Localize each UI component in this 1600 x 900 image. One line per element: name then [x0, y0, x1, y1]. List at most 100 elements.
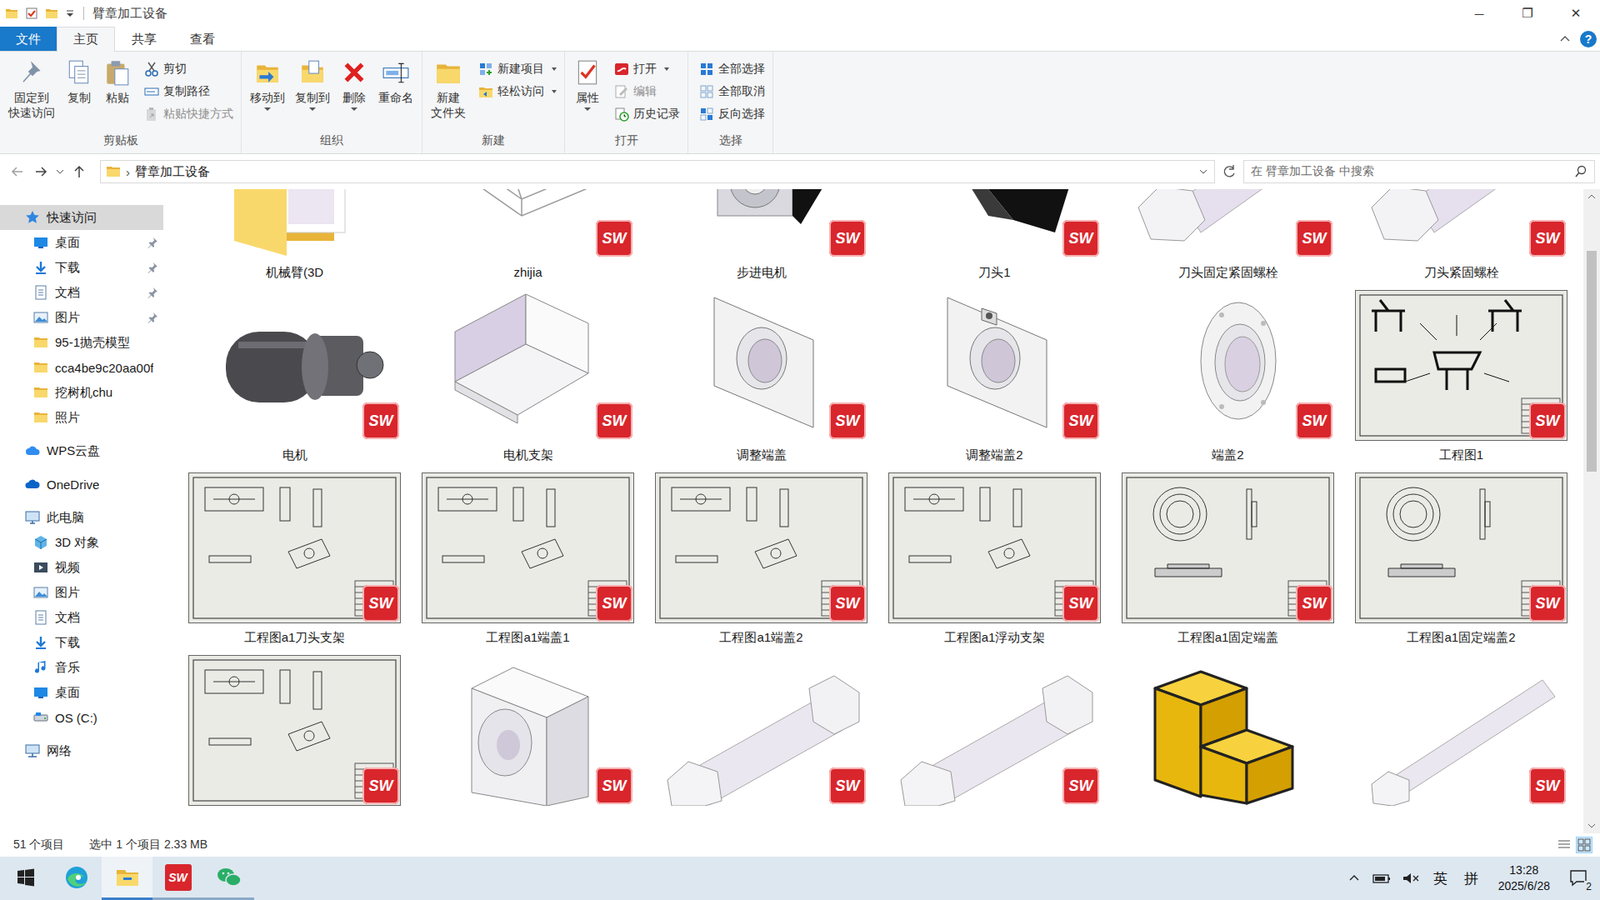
ribbon-tab[interactable]: 查看 [173, 26, 232, 51]
ribbon-small-button[interactable]: 复制路径 [140, 80, 237, 103]
file-item[interactable]: SW电机支架 [421, 290, 635, 465]
sidebar-item[interactable]: 下载 [0, 255, 164, 280]
sidebar-item[interactable]: OneDrive [0, 471, 164, 497]
file-item[interactable]: SW电机 [188, 290, 401, 465]
ribbon-tab[interactable]: 文件 [0, 26, 57, 51]
file-item[interactable]: SW端盖2 [1121, 290, 1335, 465]
sidebar-item[interactable]: cca4be9c20aa00f [0, 355, 164, 380]
notification-center[interactable]: 2 [1566, 865, 1592, 891]
ribbon-small-button[interactable]: 全部取消 [695, 80, 769, 103]
wechat-taskbar-button[interactable] [203, 856, 255, 900]
ribbon-small-button[interactable]: 新建项目 [475, 58, 560, 80]
collapse-ribbon-icon[interactable] [1558, 32, 1572, 46]
sidebar-item[interactable]: 图片 [0, 305, 164, 330]
ribbon-large-button[interactable]: 粘贴 [99, 55, 136, 109]
ribbon-tab[interactable]: 共享 [115, 26, 174, 51]
volume-icon[interactable] [1401, 870, 1420, 886]
file-item[interactable]: SW工程图a1端盖1 [421, 472, 635, 647]
ribbon-large-button[interactable]: 属性 [569, 55, 606, 115]
file-item[interactable] [1121, 655, 1335, 830]
large-icons-view-icon[interactable] [1576, 837, 1592, 853]
file-item[interactable]: SW刀头紧固螺栓 [1355, 189, 1568, 282]
scroll-down-icon[interactable] [1583, 818, 1600, 834]
ribbon-small-button[interactable]: 轻松访问 [475, 80, 560, 103]
ribbon-large-button[interactable]: 新建文件夹 [426, 55, 470, 124]
sidebar-item[interactable]: 此电脑 [0, 505, 164, 530]
ribbon-small-button[interactable]: 全部选择 [695, 58, 769, 80]
folder-icon[interactable] [5, 6, 19, 20]
ribbon-tab[interactable]: 主页 [56, 26, 115, 52]
file-item[interactable]: SW [421, 655, 635, 830]
file-item[interactable]: SW工程图a1端盖2 [655, 472, 868, 647]
file-item[interactable]: SW工程图a1浮动支架 [888, 472, 1101, 647]
ribbon-small-button[interactable]: 打开 [610, 58, 684, 80]
sidebar-item[interactable]: 桌面 [0, 680, 164, 705]
sidebar-item[interactable]: WPS云盘 [0, 438, 164, 464]
solidworks-taskbar-button[interactable]: SW [152, 856, 204, 900]
ribbon-large-button[interactable]: 复制到 [290, 55, 335, 115]
scroll-up-icon[interactable] [1583, 189, 1600, 205]
ribbon-large-button[interactable]: 复制 [60, 55, 98, 109]
recent-locations-icon[interactable] [55, 162, 65, 181]
window-control-button[interactable]: ─ [1455, 0, 1504, 27]
scroll-thumb[interactable] [1586, 250, 1597, 472]
ribbon-large-button[interactable]: 固定到快速访问 [4, 55, 60, 124]
path-segment[interactable]: 臂章加工设备 [135, 164, 210, 180]
file-item[interactable]: SW工程图a1固定端盖 [1121, 472, 1335, 647]
battery-icon[interactable] [1371, 870, 1392, 886]
sidebar-item[interactable]: 照片 [0, 405, 164, 430]
file-item[interactable]: SW [655, 655, 868, 830]
ribbon-large-button[interactable]: 删除 [335, 55, 373, 115]
customize-dropdown-icon[interactable] [65, 6, 75, 20]
sidebar-item[interactable]: 3D 对象 [0, 530, 164, 555]
explorer-taskbar-button[interactable] [101, 856, 153, 900]
new-folder-icon[interactable] [45, 6, 59, 20]
ribbon-large-button[interactable]: 移动到 [245, 55, 290, 115]
sidebar-item[interactable]: 挖树机chu [0, 380, 164, 405]
ribbon-small-button[interactable]: 反向选择 [695, 103, 769, 125]
sidebar-item[interactable]: 文档 [0, 605, 164, 630]
scroll-track[interactable] [1583, 204, 1600, 819]
sidebar-item[interactable]: 图片 [0, 580, 164, 605]
forward-arrow-icon[interactable] [31, 162, 50, 181]
file-item[interactable]: SW步进电机 [655, 189, 868, 282]
file-item[interactable]: SW调整端盖2 [888, 290, 1101, 465]
window-control-button[interactable]: ✕ [1551, 0, 1600, 27]
sidebar-item[interactable]: 桌面 [0, 230, 164, 255]
file-item[interactable]: SW [188, 655, 401, 830]
window-control-button[interactable]: ❐ [1503, 0, 1552, 27]
properties-check-icon[interactable] [25, 6, 39, 20]
sidebar-item[interactable]: 快速访问 [0, 205, 164, 230]
sidebar-item[interactable]: OS (C:) [0, 705, 164, 730]
back-arrow-icon[interactable] [8, 162, 27, 181]
input-language[interactable]: 英 [1430, 869, 1451, 889]
file-item[interactable]: SW工程图a1固定端盖2 [1355, 472, 1568, 647]
ribbon-small-button[interactable]: 剪切 [140, 58, 237, 80]
sidebar-item[interactable]: 音乐 [0, 655, 164, 680]
sidebar-item[interactable]: 95-1抛壳模型 [0, 330, 164, 355]
address-field[interactable]: ›臂章加工设备 [100, 160, 1215, 184]
ime-mode[interactable]: 拼 [1460, 869, 1482, 889]
file-item[interactable]: SWzhijia [421, 189, 635, 282]
help-button[interactable]: ? [1580, 30, 1597, 48]
sidebar-item[interactable]: 网络 [0, 738, 164, 764]
edge-taskbar-button[interactable] [50, 856, 102, 900]
ribbon-small-button[interactable]: 历史记录 [610, 103, 684, 125]
start-taskbar-button[interactable] [0, 856, 51, 900]
sidebar-item[interactable]: 文档 [0, 280, 164, 305]
search-field[interactable]: 在 臂章加工设备 中搜索 [1243, 160, 1595, 184]
file-item[interactable]: 机械臂(3D [188, 189, 401, 282]
refresh-icon[interactable] [1220, 162, 1239, 181]
file-item[interactable]: SW [888, 655, 1101, 830]
file-item[interactable]: SW刀头固定紧固螺栓 [1121, 189, 1335, 282]
sidebar-item[interactable]: 下载 [0, 630, 164, 655]
address-dropdown-icon[interactable] [1197, 165, 1210, 178]
file-item[interactable]: SW刀头1 [888, 189, 1101, 282]
vertical-scrollbar[interactable] [1583, 189, 1600, 834]
details-view-icon[interactable] [1556, 837, 1572, 853]
show-hidden-icons-icon[interactable] [1346, 870, 1362, 886]
file-item[interactable]: SW调整端盖 [655, 290, 868, 465]
file-item[interactable]: SW [1355, 655, 1568, 830]
ribbon-large-button[interactable]: 重命名 [374, 55, 418, 109]
file-item[interactable]: SW工程图a1刀头支架 [188, 472, 401, 647]
